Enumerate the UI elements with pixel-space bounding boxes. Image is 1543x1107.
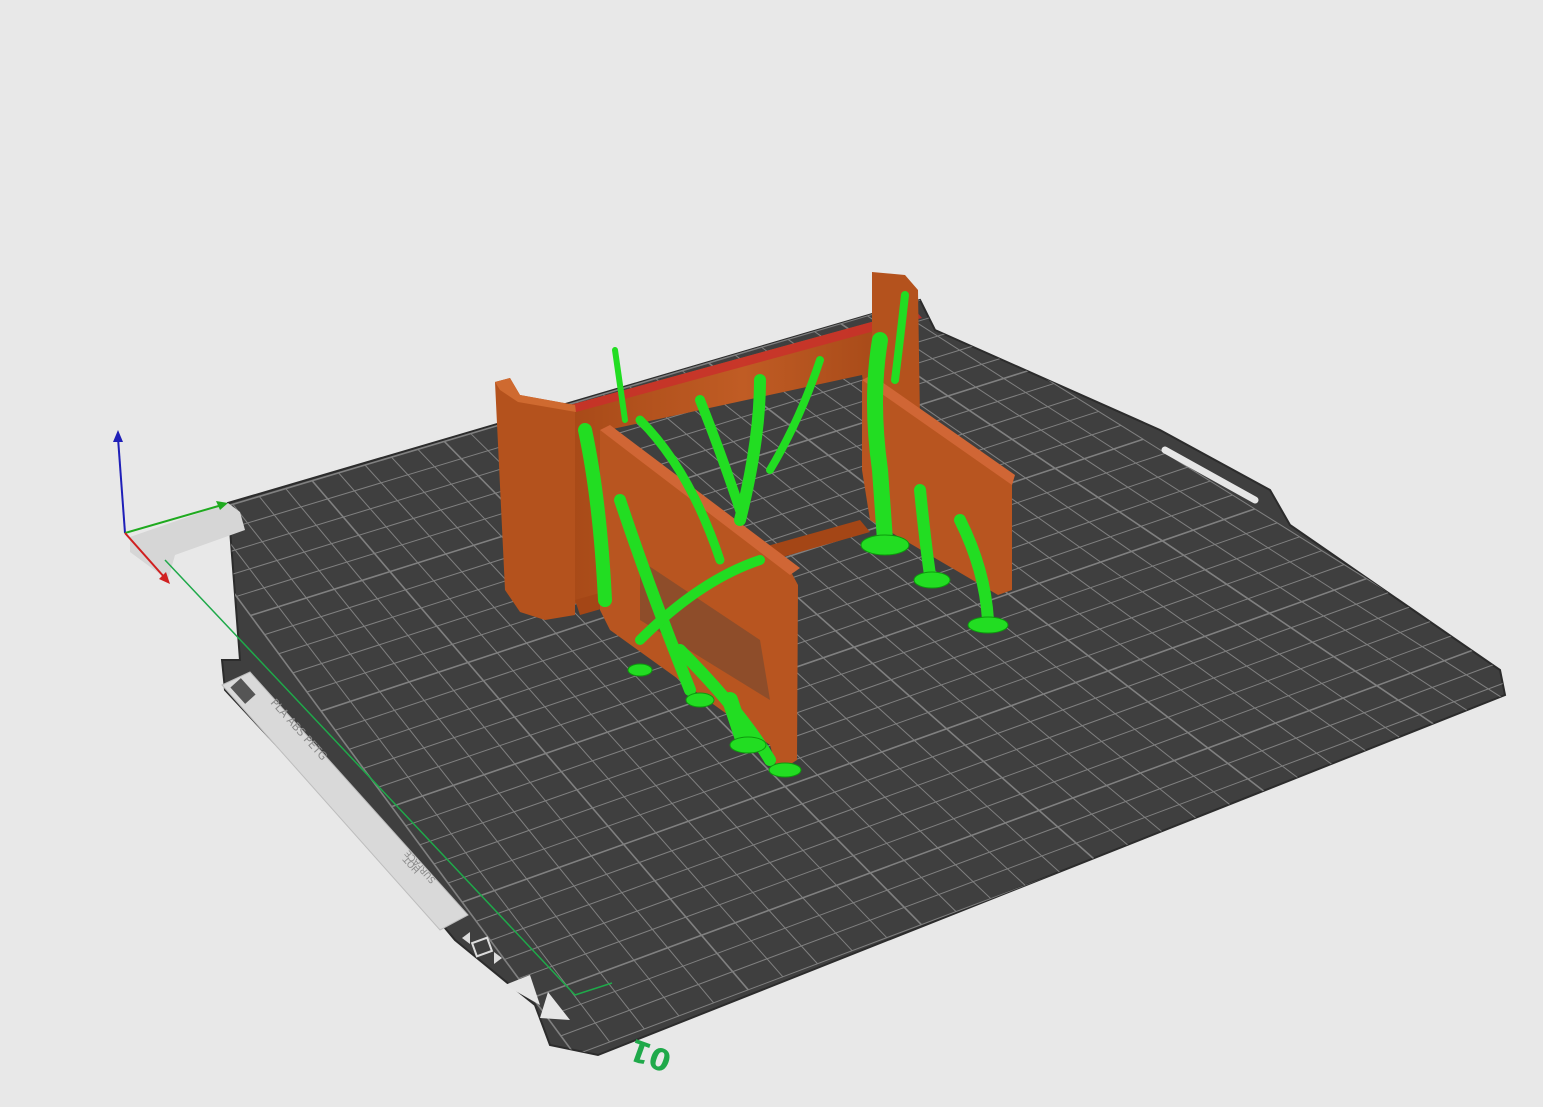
- model-left-pillar[interactable]: [495, 378, 575, 620]
- support-branch: [867, 332, 893, 548]
- 3d-viewport[interactable]: PLA ABS PETG HOT SURFACE 01: [0, 0, 1543, 1107]
- print-bed[interactable]: PLA ABS PETG HOT SURFACE 01: [130, 298, 1543, 1078]
